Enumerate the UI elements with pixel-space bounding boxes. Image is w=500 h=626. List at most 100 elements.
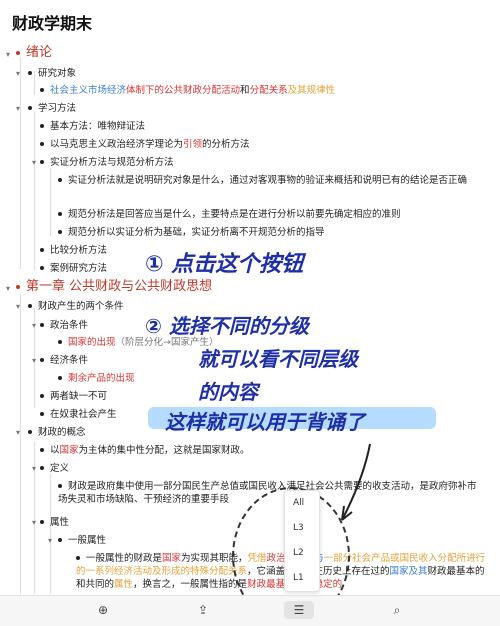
outline-row[interactable]: ▾ 经济条件: [32, 354, 89, 367]
annotation-step-2-line3: 的内容: [198, 380, 258, 404]
node-text: 属性: [50, 517, 70, 528]
heading-text: 绪论: [26, 45, 53, 60]
bullet-icon: [40, 357, 44, 362]
collapse-caret-icon[interactable]: ▾: [16, 300, 20, 313]
outline-guide: [20, 294, 21, 594]
bullet-icon: [40, 465, 44, 470]
node-text: 其规律性: [297, 85, 336, 96]
outline-row[interactable]: ▾ 第一章 公共财政与公共财政思想: [6, 280, 212, 294]
outline-row[interactable]: 在奴隶社会产生: [40, 408, 117, 421]
outline-row[interactable]: 两者缺一不可: [40, 390, 107, 403]
node-text: 经济条件: [50, 355, 89, 366]
node-text: 剩余产品的出现: [68, 373, 135, 384]
node-text: 基本方法：唯物辩证法: [50, 121, 146, 132]
bullet-icon: [28, 429, 32, 434]
node-text: 社会主义市场经济: [50, 85, 127, 96]
node-text: 财政的概念: [38, 427, 86, 438]
node-text: ，换言之，: [133, 579, 181, 590]
node-text: 和: [240, 85, 250, 96]
collapse-caret-icon[interactable]: ▾: [16, 67, 20, 80]
node-text: 为主体的集中性分配，这就是国家财政。: [78, 445, 250, 456]
node-text: 比较分析方法: [50, 245, 108, 256]
bottom-toolbar: ⊕ ⇪ ☰ ⌕: [0, 595, 500, 626]
outline-row[interactable]: ▾ 研究对象: [16, 67, 77, 80]
outline-row[interactable]: ▾ 属性: [32, 516, 70, 529]
outline-row[interactable]: 基本方法：唯物辩证法: [40, 120, 145, 133]
bullet-icon: [40, 123, 44, 128]
add-node-icon[interactable]: ⊕: [92, 601, 114, 619]
outline-row[interactable]: ▾ 财政的概念: [16, 426, 86, 439]
bullet-icon: [58, 211, 62, 216]
outline-row[interactable]: 案例研究方法: [40, 262, 107, 275]
bullet-icon: [58, 375, 62, 380]
bullet-icon: [40, 265, 44, 270]
outline-row[interactable]: ▾ 政治条件: [32, 319, 89, 332]
level-option-all[interactable]: All: [285, 491, 319, 516]
collapse-caret-icon[interactable]: ▾: [16, 426, 20, 439]
bullet-icon: [40, 393, 44, 398]
level-option-l3[interactable]: L3: [285, 516, 319, 541]
outline-row[interactable]: ▾ 学习方法: [16, 102, 76, 115]
collapse-caret-icon[interactable]: ▾: [6, 282, 10, 295]
node-text: 公共财政分配活动: [164, 85, 241, 96]
node-text: 研究对象: [38, 68, 77, 79]
bullet-icon: [40, 247, 44, 252]
bullet-icon: [16, 50, 20, 55]
node-text: 以马克思主义政治经济学理论为: [50, 139, 184, 150]
node-text: 国家: [59, 445, 79, 456]
node-text: 规范分析以实证分析为基础，实证分析离不开规范分析的指导: [68, 227, 325, 238]
bullet-icon: [40, 411, 44, 416]
outline-row[interactable]: ▾ 定义: [32, 462, 69, 475]
level-option-l1[interactable]: L1: [285, 566, 319, 591]
bullet-icon: [40, 141, 44, 146]
node-text: 以: [50, 445, 60, 456]
bullet-icon: [28, 70, 32, 75]
outline-row[interactable]: 社会主义市场经济体制下的公共财政分配活动和分配关系及其规律性: [40, 84, 335, 97]
outline-row[interactable]: 以国家为主体的集中性分配，这就是国家财政。: [40, 444, 250, 457]
bullet-icon: [58, 483, 62, 488]
collapse-caret-icon[interactable]: ▾: [6, 48, 10, 61]
collapse-caret-icon[interactable]: ▾: [48, 534, 52, 547]
outline-row[interactable]: 规范分析以实证分析为基础，实证分析离不开规范分析的指导: [58, 226, 325, 239]
outline-level-button[interactable]: ☰: [284, 601, 314, 619]
bullet-icon: [58, 229, 62, 234]
collapse-caret-icon[interactable]: ▾: [32, 354, 36, 367]
node-text: 国家的出现: [68, 337, 116, 348]
outline-row[interactable]: ▾ 实证分析方法与规范分析方法: [32, 156, 174, 169]
collapse-caret-icon[interactable]: ▾: [16, 102, 20, 115]
outline-guide: [20, 57, 21, 269]
outline-row[interactable]: 实证分析法就是说明研究对象是什么，通过对客观事物的验证来概括和说明已有的结论是否…: [58, 174, 483, 187]
outline-guide: [50, 168, 51, 236]
outline-row[interactable]: 比较分析方法: [40, 244, 107, 257]
bullet-icon: [58, 537, 62, 542]
collapse-caret-icon[interactable]: ▾: [32, 319, 36, 332]
node-text: 国家: [162, 553, 182, 564]
bullet-icon: [16, 284, 20, 289]
search-icon[interactable]: ⌕: [386, 601, 408, 619]
outline-row[interactable]: 剩余产品的出现: [58, 372, 135, 385]
node-text: 国家及其: [389, 566, 428, 577]
bullet-icon: [40, 322, 44, 327]
node-text: 案例研究方法: [50, 263, 108, 274]
node-text: 在奴隶社会产生: [50, 409, 117, 420]
collapse-caret-icon[interactable]: ▾: [32, 156, 36, 169]
annotation-step-2-line2: 就可以看不同层级: [198, 347, 358, 371]
node-text: 财政产生的两个条件: [38, 301, 124, 312]
annotation-step-2: ② 选择不同的分级: [145, 314, 309, 338]
node-text: 分配关系: [249, 85, 288, 96]
bullet-icon: [58, 177, 62, 182]
collapse-caret-icon[interactable]: ▾: [32, 516, 36, 529]
outline-guide: [34, 112, 35, 270]
outline-row[interactable]: 规范分析法是回答应当是什么，主要特点是在进行分析以前要先确定相应的准则: [58, 208, 401, 221]
collapse-caret-icon[interactable]: ▾: [32, 462, 36, 475]
outline-row[interactable]: ▾ 一般属性: [48, 534, 106, 547]
node-text: 政治条件: [50, 320, 89, 331]
level-option-l2[interactable]: L2: [285, 541, 319, 566]
outline-row[interactable]: ▾ 财政产生的两个条件: [16, 300, 124, 313]
bullet-icon: [28, 303, 32, 308]
share-icon[interactable]: ⇪: [192, 601, 214, 619]
outline-row[interactable]: 以马克思主义政治经济学理论为引领的分析方法: [40, 138, 250, 151]
node-text: 及: [287, 85, 298, 96]
bullet-icon: [40, 87, 44, 92]
outline-row[interactable]: ▾ 绪论: [6, 46, 52, 60]
